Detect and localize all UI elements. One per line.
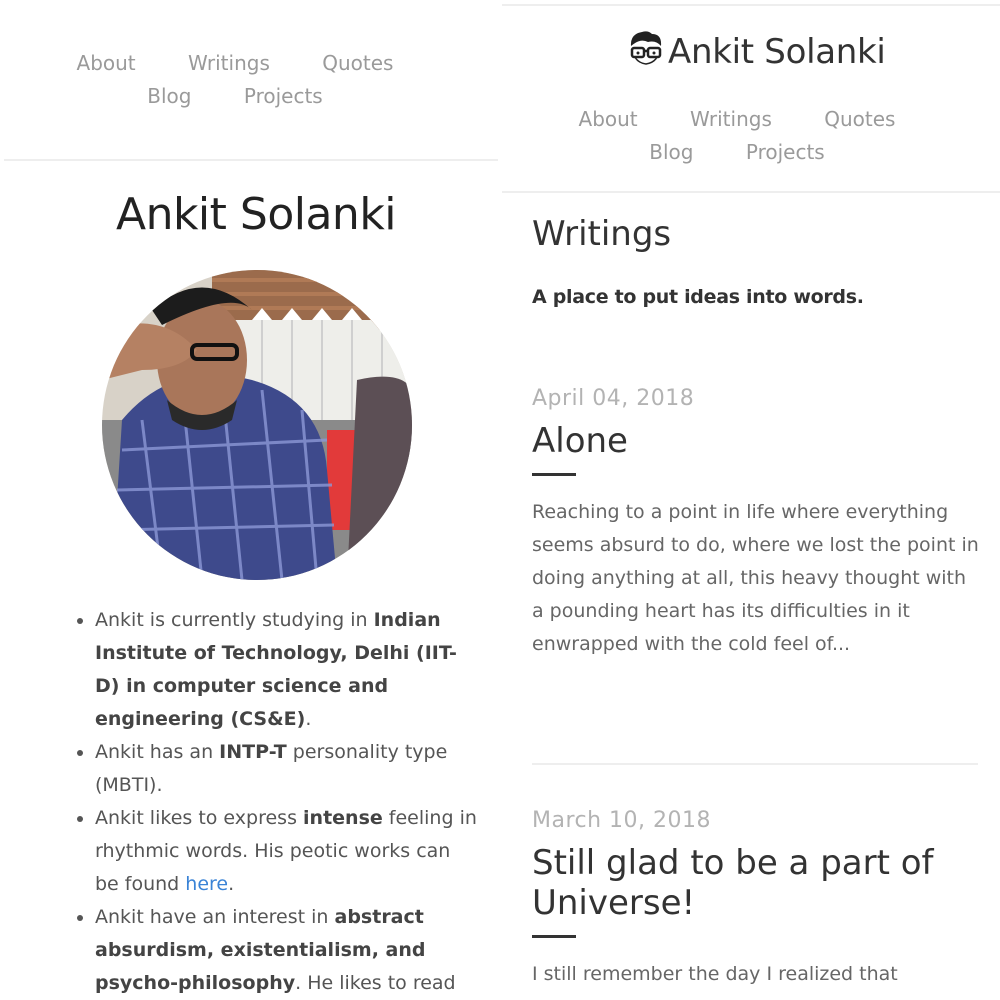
header-divider (502, 191, 1000, 193)
post-title[interactable]: Alone (532, 421, 982, 461)
brand-name: Ankit Solanki (668, 32, 886, 72)
about-page-panel: About Writings Quotes Blog Projects Anki… (0, 0, 500, 1000)
post-excerpt: Reaching to a point in life where everyt… (532, 501, 979, 655)
bio-list: Ankit is currently studying in Indian In… (60, 604, 480, 1000)
title-underline (532, 935, 576, 938)
section-title: Writings (532, 214, 672, 254)
post-card: March 10, 2018 Still glad to be a part o… (532, 808, 982, 991)
poetry-link[interactable]: here (185, 873, 228, 895)
post-excerpt: I still remember the day I realized that (532, 963, 898, 985)
post-date: April 04, 2018 (532, 386, 695, 411)
site-brand[interactable]: Ankit Solanki (628, 30, 886, 74)
nav-blog[interactable]: Blog (649, 136, 693, 169)
title-underline (532, 473, 576, 476)
bio-item: Ankit has an INTP-T personality type (MB… (95, 736, 480, 802)
post-title[interactable]: Still glad to be a part of Universe! (532, 843, 982, 923)
bio-item: Ankit is currently studying in Indian In… (95, 604, 480, 736)
nav-projects[interactable]: Projects (746, 136, 825, 169)
post-date: March 10, 2018 (532, 808, 712, 833)
section-tagline: A place to put ideas into words. (532, 286, 864, 308)
nav-writings[interactable]: Writings (188, 47, 270, 80)
nav-blog[interactable]: Blog (147, 80, 191, 113)
header-divider (4, 159, 498, 161)
page-title: Ankit Solanki (115, 189, 397, 240)
top-divider (502, 4, 1000, 6)
nav-about[interactable]: About (579, 103, 638, 136)
nav-about[interactable]: About (77, 47, 136, 80)
post-card: April 04, 2018 Alone Reaching to a point… (532, 386, 982, 661)
bio-item: Ankit have an interest in abstract absur… (95, 901, 480, 1000)
nav-writings[interactable]: Writings (690, 103, 772, 136)
main-nav: About Writings Quotes Blog Projects (502, 103, 972, 169)
writings-page-panel: Ankit Solanki About Writings Quotes Blog… (502, 0, 1000, 1000)
bio-item: Ankit likes to express intense feeling i… (95, 802, 480, 901)
nav-quotes[interactable]: Quotes (824, 103, 895, 136)
nav-quotes[interactable]: Quotes (322, 47, 393, 80)
main-nav: About Writings Quotes Blog Projects (0, 47, 470, 113)
nerd-glasses-icon (628, 30, 664, 74)
nav-projects[interactable]: Projects (244, 80, 323, 113)
profile-photo (102, 270, 412, 580)
post-divider (532, 763, 978, 765)
